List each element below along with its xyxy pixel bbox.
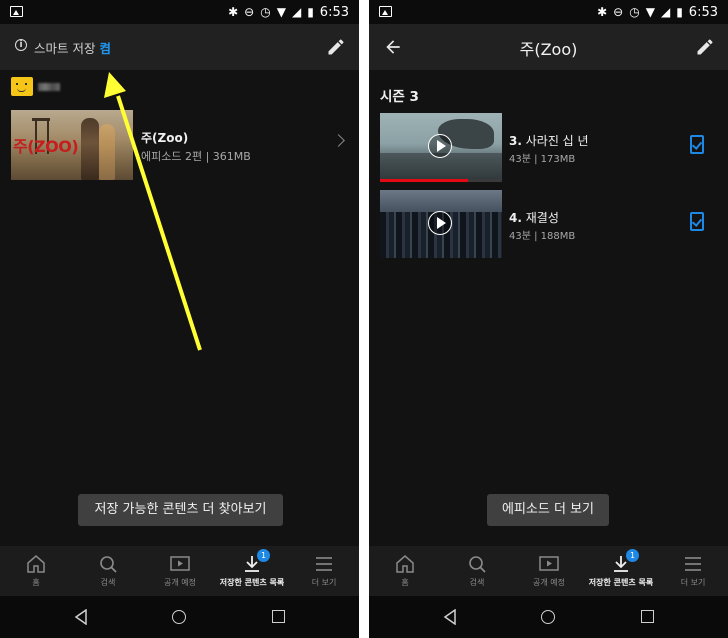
dnd-icon: ⊖ — [244, 5, 255, 19]
signal-icon: ◢ — [291, 5, 302, 19]
find-more-button[interactable]: 저장 가능한 콘텐츠 더 찾아보기 — [78, 494, 283, 526]
system-back-icon[interactable] — [443, 609, 457, 625]
episode-title: 4. 재결성 — [509, 211, 559, 225]
nav-label: 더 보기 — [680, 578, 706, 587]
nav-coming-soon[interactable]: 공개 예정 — [513, 546, 585, 596]
season-heading: 시즌 3 — [380, 89, 419, 105]
nav-home[interactable]: 홈 — [369, 546, 441, 596]
system-nav-bar — [0, 596, 359, 638]
annotation-arrow — [104, 72, 202, 351]
system-home-icon[interactable] — [541, 610, 555, 624]
episode-meta: 43분 | 173MB — [509, 154, 576, 165]
app-bar: 주(Zoo) — [369, 24, 728, 70]
nav-label: 저장한 콘텐츠 목록 — [219, 578, 285, 587]
nav-downloads[interactable]: 1 저장한 콘텐츠 목록 — [585, 546, 657, 596]
nav-label: 더 보기 — [311, 578, 337, 587]
search-icon — [469, 556, 486, 573]
coming-soon-icon — [170, 556, 190, 571]
status-bar: ✱ ⊖ ◷ ▼ ◢ ▮ 6:53 — [0, 0, 359, 24]
wifi-icon: ▼ — [276, 5, 286, 19]
info-icon[interactable]: i — [15, 39, 27, 51]
search-icon — [100, 556, 117, 573]
nav-label: 홈 — [401, 578, 409, 587]
show-downloads-screen: ✱ ⊖ ◷ ▼ ◢ ▮ 6:53 주(Zoo) 시즌 3 3. 사라진 십 년 … — [369, 0, 728, 638]
play-icon[interactable] — [428, 211, 452, 235]
profile-avatar — [11, 77, 33, 96]
home-icon — [396, 555, 414, 573]
bluetooth-icon: ✱ — [228, 5, 239, 19]
episode-meta: 43분 | 188MB — [509, 231, 576, 242]
show-title: 주(Zoo) — [141, 131, 189, 145]
status-bar: ✱ ⊖ ◷ ▼ ◢ ▮ 6:53 — [369, 0, 728, 24]
episode-thumbnail[interactable] — [380, 190, 502, 258]
nav-label: 공개 예정 — [533, 578, 565, 587]
bottom-nav: 홈 검색 공개 예정 1 저장한 콘텐츠 목록 더 보기 — [0, 546, 359, 596]
gallery-icon — [10, 6, 23, 17]
episode-thumbnail[interactable] — [380, 113, 502, 181]
nav-downloads[interactable]: 1 저장한 콘텐츠 목록 — [216, 546, 288, 596]
nav-label: 공개 예정 — [164, 578, 196, 587]
status-time: 6:53 — [319, 4, 349, 20]
system-recents-icon[interactable] — [272, 610, 285, 623]
chevron-right-icon — [332, 134, 345, 147]
downloaded-check-icon[interactable] — [690, 135, 704, 154]
play-icon[interactable] — [428, 134, 452, 158]
coming-soon-icon — [539, 556, 559, 571]
system-home-icon[interactable] — [172, 610, 186, 624]
edit-icon[interactable] — [695, 37, 715, 57]
page-title: 주(Zoo) — [519, 40, 578, 59]
show-meta: 에피소드 2편 | 361MB — [141, 150, 251, 163]
download-count-badge: 1 — [626, 549, 639, 562]
battery-icon: ▮ — [676, 5, 683, 19]
nav-more[interactable]: 더 보기 — [657, 546, 728, 596]
nav-search[interactable]: 검색 — [72, 546, 144, 596]
episode-title: 3. 사라진 십 년 — [509, 134, 589, 148]
nav-label: 검색 — [100, 578, 116, 587]
smart-download-state: 켬 — [99, 41, 111, 56]
episode-row[interactable]: 3. 사라진 십 년 43분 | 173MB — [380, 113, 720, 183]
smart-download-label: 스마트 저장 — [34, 41, 96, 56]
system-back-icon[interactable] — [74, 609, 88, 625]
alarm-icon: ◷ — [260, 5, 271, 19]
nav-search[interactable]: 검색 — [441, 546, 513, 596]
gallery-icon — [379, 6, 392, 17]
downloaded-show-row[interactable]: 주(ZOO) 주(Zoo) 에피소드 2편 | 361MB — [11, 110, 351, 182]
menu-icon — [316, 557, 332, 571]
downloaded-check-icon[interactable] — [690, 212, 704, 231]
battery-icon: ▮ — [307, 5, 314, 19]
profile-name-redacted — [38, 83, 60, 91]
smart-download-toggle[interactable]: 스마트 저장 켬 — [34, 38, 111, 57]
nav-label: 저장한 콘텐츠 목록 — [588, 578, 654, 587]
nav-label: 홈 — [32, 578, 40, 587]
home-icon — [27, 555, 45, 573]
system-recents-icon[interactable] — [641, 610, 654, 623]
episode-row[interactable]: 4. 재결성 43분 | 188MB — [380, 190, 720, 260]
nav-home[interactable]: 홈 — [0, 546, 72, 596]
wifi-icon: ▼ — [645, 5, 655, 19]
status-time: 6:53 — [688, 4, 718, 20]
more-episodes-button[interactable]: 에피소드 더 보기 — [487, 494, 609, 526]
menu-icon — [685, 557, 701, 571]
nav-label: 검색 — [469, 578, 485, 587]
watch-progress-bar — [380, 179, 502, 182]
edit-icon[interactable] — [326, 37, 346, 57]
bluetooth-icon: ✱ — [597, 5, 608, 19]
nav-coming-soon[interactable]: 공개 예정 — [144, 546, 216, 596]
signal-icon: ◢ — [660, 5, 671, 19]
system-nav-bar — [369, 596, 728, 638]
show-poster: 주(ZOO) — [11, 110, 133, 180]
dnd-icon: ⊖ — [613, 5, 624, 19]
nav-more[interactable]: 더 보기 — [288, 546, 359, 596]
poster-title: 주(ZOO) — [13, 137, 79, 156]
downloads-screen: ✱ ⊖ ◷ ▼ ◢ ▮ 6:53 i 스마트 저장 켬 주(ZOO) 주(Zoo)… — [0, 0, 359, 638]
alarm-icon: ◷ — [629, 5, 640, 19]
download-count-badge: 1 — [257, 549, 270, 562]
app-bar: i 스마트 저장 켬 — [0, 24, 359, 70]
bottom-nav: 홈 검색 공개 예정 1 저장한 콘텐츠 목록 더 보기 — [369, 546, 728, 596]
